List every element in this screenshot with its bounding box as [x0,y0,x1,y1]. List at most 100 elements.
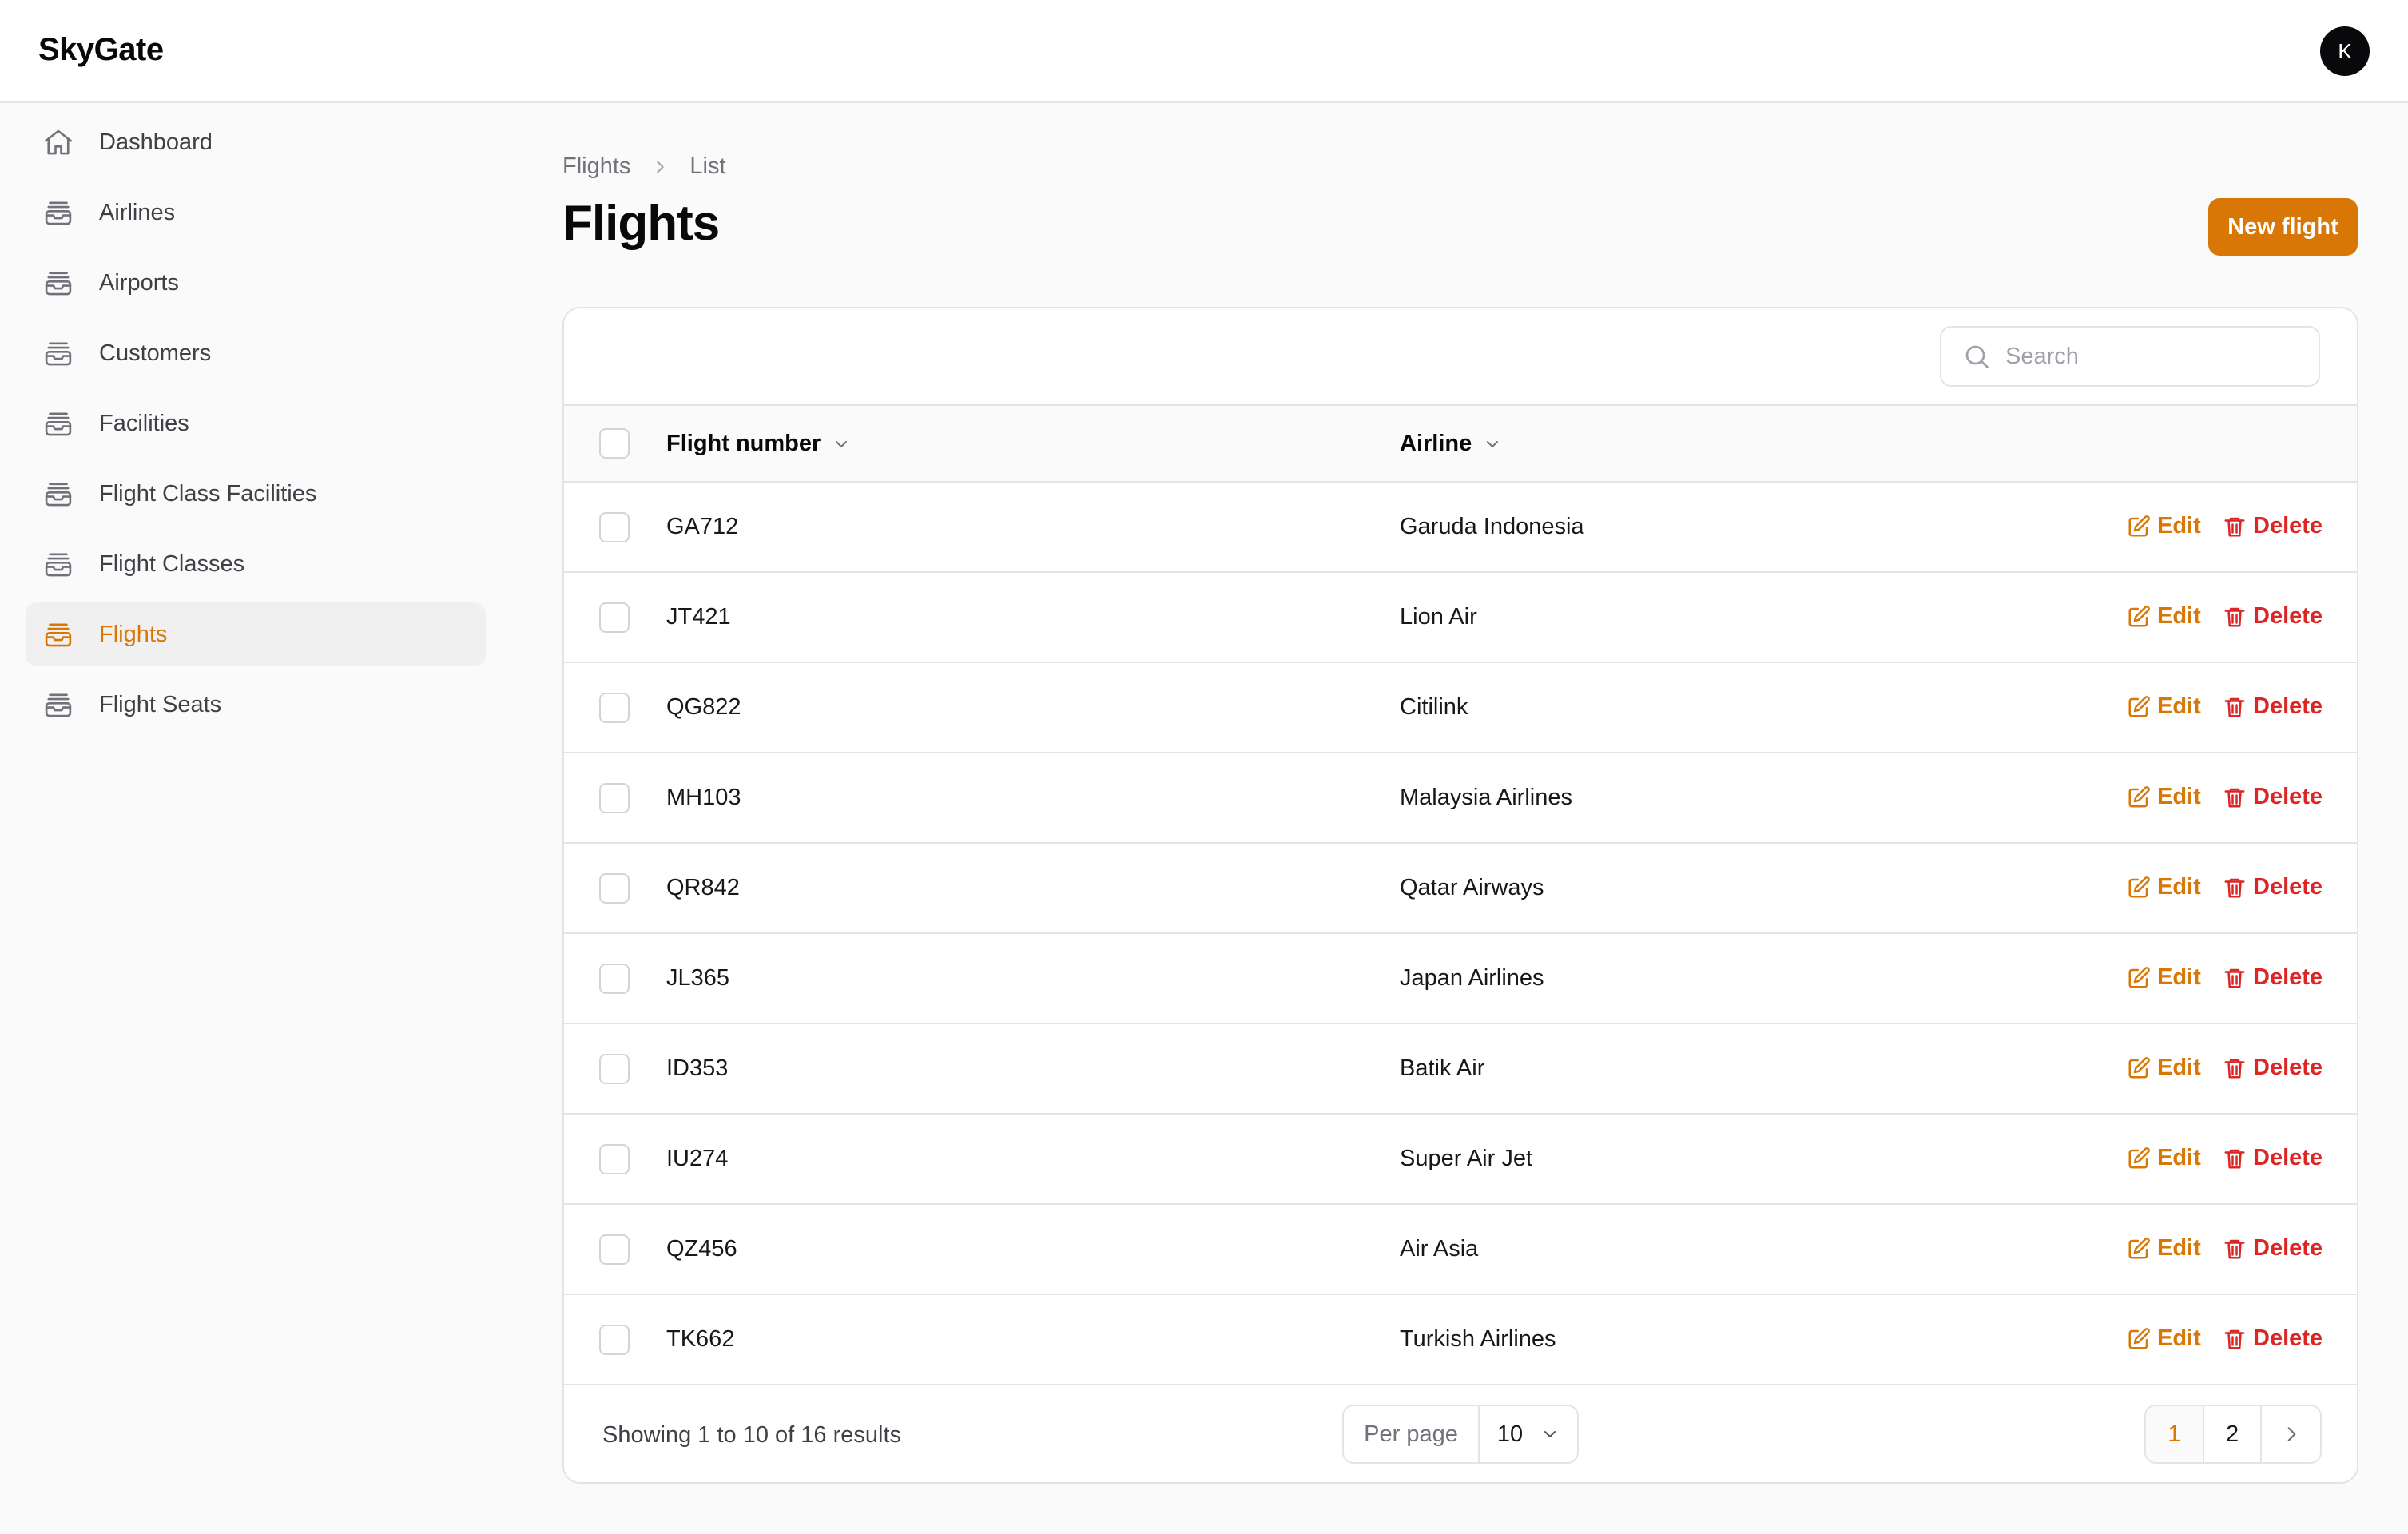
trash-icon [2223,876,2253,900]
sidebar-item-flight-classes[interactable]: Flight Classes [26,532,486,596]
table-row[interactable]: ID353 Batik Air Edit Delete [564,1024,2357,1115]
page-2-button[interactable]: 2 [2204,1406,2263,1462]
sidebar-item-facilities[interactable]: Facilities [26,391,486,455]
row-checkbox[interactable] [599,1144,630,1174]
cell-flight-number: IU274 [666,1146,729,1171]
row-checkbox[interactable] [599,512,630,542]
trash-icon [2223,1056,2253,1080]
trash-icon [2223,1147,2253,1170]
cell-flight-number: QR842 [666,875,740,900]
cell-flight-number: MH103 [666,785,741,810]
column-header-flight-number[interactable]: Flight number [666,431,851,457]
pagination: 12 [2144,1405,2322,1464]
cell-airline: Garuda Indonesia [1400,514,1584,539]
new-flight-button[interactable]: New flight [2208,198,2358,256]
edit-icon [2127,1147,2157,1170]
table-header: Flight number Airline [564,404,2357,483]
delete-label: Delete [2253,603,2323,629]
table-row[interactable]: GA712 Garuda Indonesia Edit Delete [564,483,2357,573]
per-page-select[interactable]: Per page 10 [1342,1405,1579,1464]
table-row[interactable]: IU274 Super Air Jet Edit Delete [564,1115,2357,1205]
cell-airline: Turkish Airlines [1400,1326,1556,1352]
edit-button[interactable]: Edit [2127,513,2201,539]
row-checkbox[interactable] [599,783,630,813]
delete-label: Delete [2253,693,2323,719]
sidebar-item-label: Flight Class Facilities [99,480,317,507]
sidebar-item-airports[interactable]: Airports [26,251,486,315]
row-checkbox[interactable] [599,1325,630,1355]
inbox-stack-icon [42,547,75,581]
row-checkbox[interactable] [599,602,630,633]
cell-flight-number: QG822 [666,694,741,720]
row-checkbox[interactable] [599,693,630,723]
delete-button[interactable]: Delete [2223,693,2323,720]
row-checkbox[interactable] [599,1234,630,1265]
edit-button[interactable]: Edit [2127,1325,2201,1352]
edit-button[interactable]: Edit [2127,1055,2201,1081]
trash-icon [2223,605,2253,629]
trash-icon [2223,515,2253,538]
table-row[interactable]: QZ456 Air Asia Edit Delete [564,1205,2357,1295]
trash-icon [2223,1327,2253,1351]
edit-label: Edit [2157,693,2201,719]
cell-flight-number: GA712 [666,514,739,539]
user-avatar[interactable]: K [2320,26,2370,76]
sidebar-item-label: Airports [99,269,179,296]
cell-flight-number: QZ456 [666,1236,737,1262]
next-page-button[interactable] [2262,1406,2320,1462]
edit-button[interactable]: Edit [2127,1145,2201,1171]
breadcrumb-parent[interactable]: Flights [562,153,630,180]
sidebar-item-airlines[interactable]: Airlines [26,181,486,244]
row-checkbox[interactable] [599,964,630,994]
flights-table-card: Flight number Airline GA712 Garuda Indone… [562,307,2358,1484]
delete-button[interactable]: Delete [2223,1235,2323,1262]
edit-button[interactable]: Edit [2127,874,2201,900]
sidebar-item-customers[interactable]: Customers [26,321,486,385]
edit-button[interactable]: Edit [2127,603,2201,630]
edit-button[interactable]: Edit [2127,693,2201,720]
page-1-button[interactable]: 1 [2146,1406,2204,1462]
cell-flight-number: TK662 [666,1326,735,1352]
table-row[interactable]: JL365 Japan Airlines Edit Delete [564,934,2357,1024]
edit-icon [2127,1056,2157,1080]
column-header-airline[interactable]: Airline [1400,431,1502,457]
delete-button[interactable]: Delete [2223,513,2323,539]
delete-button[interactable]: Delete [2223,874,2323,900]
delete-button[interactable]: Delete [2223,964,2323,991]
select-all-checkbox[interactable] [599,428,630,459]
edit-label: Edit [2157,603,2201,629]
edit-button[interactable]: Edit [2127,964,2201,991]
sidebar-item-dashboard[interactable]: Dashboard [26,110,486,174]
delete-button[interactable]: Delete [2223,603,2323,630]
edit-label: Edit [2157,513,2201,538]
sidebar-item-flight-seats[interactable]: Flight Seats [26,673,486,737]
edit-label: Edit [2157,964,2201,990]
table-row[interactable]: QG822 Citilink Edit Delete [564,663,2357,753]
inbox-stack-icon [42,688,75,721]
delete-button[interactable]: Delete [2223,784,2323,810]
search-input[interactable] [2005,343,2309,370]
delete-button[interactable]: Delete [2223,1145,2323,1171]
cell-airline: Batik Air [1400,1055,1485,1081]
edit-button[interactable]: Edit [2127,784,2201,810]
cell-flight-number: JL365 [666,965,730,991]
table-row[interactable]: MH103 Malaysia Airlines Edit Delete [564,753,2357,844]
row-checkbox[interactable] [599,873,630,904]
edit-label: Edit [2157,1235,2201,1261]
edit-button[interactable]: Edit [2127,1235,2201,1262]
table-row[interactable]: TK662 Turkish Airlines Edit Delete [564,1295,2357,1385]
per-page-dropdown[interactable]: 10 [1480,1421,1577,1448]
table-row[interactable]: JT421 Lion Air Edit Delete [564,573,2357,663]
sidebar-item-flights[interactable]: Flights [26,602,486,666]
edit-icon [2127,605,2157,629]
breadcrumb-current: List [689,153,726,179]
inbox-stack-icon [42,477,75,511]
delete-button[interactable]: Delete [2223,1055,2323,1081]
search-box[interactable] [1940,326,2320,387]
row-checkbox[interactable] [599,1054,630,1084]
brand-logo[interactable]: SkyGate [38,32,164,68]
delete-button[interactable]: Delete [2223,1325,2323,1352]
sidebar-item-label: Facilities [99,410,189,436]
sidebar-item-flight-class-facilities[interactable]: Flight Class Facilities [26,462,486,526]
table-row[interactable]: QR842 Qatar Airways Edit Delete [564,844,2357,934]
